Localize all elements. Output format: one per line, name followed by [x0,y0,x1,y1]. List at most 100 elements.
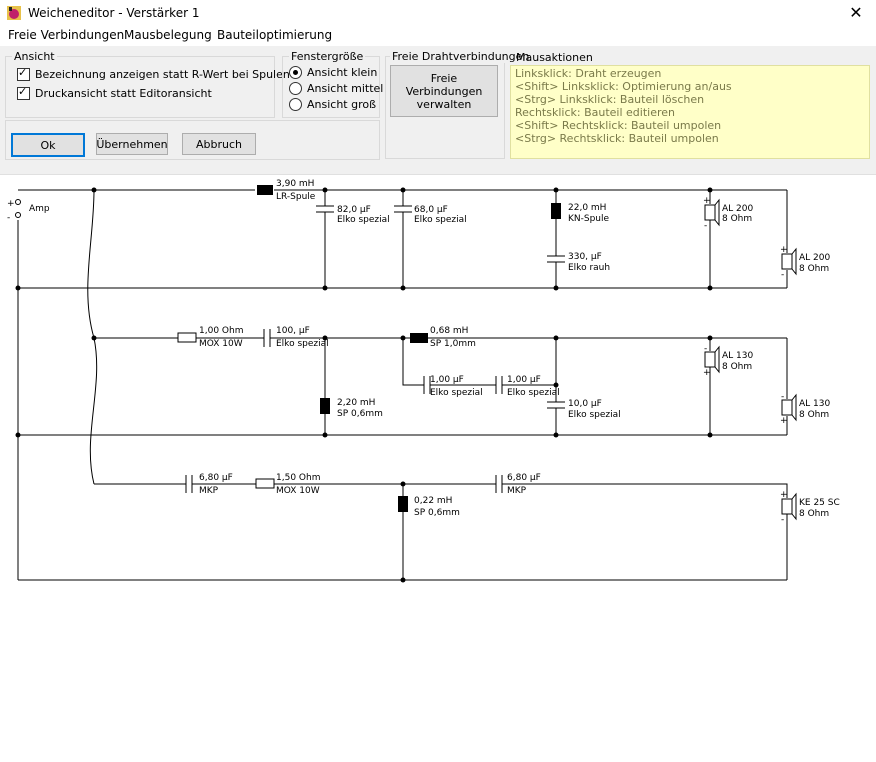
menu-freie-verbindungen[interactable]: Freie Verbindungen [8,28,124,42]
ok-button[interactable]: Ok [11,133,85,157]
inductor-220mh[interactable] [320,398,330,414]
resistor-1ohm[interactable] [177,332,197,343]
mausaktionen-panel: Linksklick: Draht erzeugen <Shift> Links… [510,65,870,159]
s1-top: AL 200 [722,204,753,214]
s2-bottom: 8 Ohm [799,264,829,274]
capacitor-680uf-a[interactable] [185,475,193,493]
apply-button[interactable]: Übernehmen [96,133,168,155]
s1-plus: + [703,196,711,206]
circuit-canvas[interactable]: + - Amp 3,90 mH LR-Spule 82,0 µF Elko sp… [0,175,876,762]
c4-bottom: KN-Spule [568,214,610,224]
capacitor-100uf[interactable] [263,329,271,347]
mausaktion-line: <Strg> Linksklick: Bauteil löschen [515,93,705,106]
mausaktion-line: <Shift> Rechtsklick: Bauteil umpolen [515,119,722,132]
s3-minus: - [704,344,707,354]
amp-label: Amp [29,204,50,214]
junction-dot [400,187,406,193]
c3-top: 68,0 µF [414,205,448,215]
junction-dot [91,335,97,341]
junction-dot [91,187,97,193]
c5-top: 330, µF [568,252,602,262]
fenstergroesse-label: Fenstergröße [289,50,366,63]
wires [17,189,788,581]
capacitor-68uf[interactable] [394,205,412,213]
radio-ansicht-gross-dot[interactable] [289,98,302,111]
inductor-kn-spule[interactable] [551,203,561,219]
radio-ansicht-mittel-dot[interactable] [289,82,302,95]
junction-dot [553,382,559,388]
s3-plus: + [703,368,711,378]
freie-label: Freie Drahtverbindungen [390,50,532,63]
junction-dot [707,335,713,341]
freie-button-line1: Freie Verbindungen [405,71,483,98]
amp-plus-terminal[interactable] [15,199,21,205]
menu-mausbelegung[interactable]: Mausbelegung [124,28,212,42]
inductor-lr-spule[interactable] [257,185,273,195]
amp-terminals[interactable]: + - Amp [7,199,50,223]
c5-bottom: Elko rauh [568,263,610,273]
c13-top: 6,80 µF [199,473,233,483]
capacitor-330uf[interactable] [547,255,565,263]
s5-top: KE 25 SC [799,498,840,508]
freie-verbindungen-button[interactable]: Freie Verbindungen verwalten [390,65,498,117]
junction-dot [400,481,406,487]
window-title: Weicheneditor - Verstärker 1 [28,6,200,20]
junction-dot [400,577,406,583]
s1-bottom: 8 Ohm [722,214,752,224]
s5-bottom: 8 Ohm [799,509,829,519]
app-icon [7,6,21,20]
capacitor-1uf-b[interactable] [495,376,503,394]
c12-bottom: Elko spezial [568,410,621,420]
c3-bottom: Elko spezial [414,215,467,225]
c1-bottom: LR-Spule [276,192,316,202]
c10-top: 1,00 µF [507,375,541,385]
mausaktionen-label: Mausaktionen [516,51,593,64]
capacitor-82uf[interactable] [316,205,334,213]
capacitor-10uf[interactable] [547,401,565,409]
inductor-022mh[interactable] [398,496,408,512]
c11-bottom: SP 0,6mm [337,409,383,419]
junction-dot [15,285,21,291]
capacitor-680uf-b[interactable] [495,475,503,493]
c9-bottom: Elko spezial [430,388,483,398]
close-button[interactable]: ✕ [836,0,876,26]
radio-ansicht-gross-label: Ansicht groß [307,98,377,111]
menu-bauteiloptimierung[interactable]: Bauteiloptimierung [217,28,332,42]
inductor-068mh[interactable] [410,333,428,343]
checkbox-druckansicht-label: Druckansicht statt Editoransicht [35,87,212,100]
junction-dot [707,187,713,193]
c14-top: 1,50 Ohm [276,473,320,483]
s4-top: AL 130 [799,399,830,409]
amp-minus-terminal[interactable] [15,212,21,218]
amp-minus-sign: - [7,213,10,223]
radio-ansicht-klein-label: Ansicht klein [307,66,378,79]
radio-ansicht-gross[interactable]: Ansicht groß [289,98,376,111]
c9-top: 1,00 µF [430,375,464,385]
checkbox-druckansicht[interactable]: Druckansicht statt Editoransicht [17,85,212,100]
junction-dot [15,432,21,438]
c8-top: 0,68 mH [430,326,468,336]
c16-bottom: MKP [507,486,527,496]
s4-minus: - [781,392,784,402]
junction-dot [553,285,559,291]
checkbox-bezeichnung[interactable]: Bezeichnung anzeigen statt R-Wert bei Sp… [17,66,290,81]
ansicht-label: Ansicht [12,50,57,63]
junction-dot [400,285,406,291]
s4-bottom: 8 Ohm [799,410,829,420]
c7-top: 100, µF [276,326,310,336]
c6-bottom: MOX 10W [199,339,243,349]
junction-dot [707,432,713,438]
c4-top: 22,0 mH [568,203,606,213]
c1-top: 3,90 mH [276,179,314,189]
mausaktion-line: Linksklick: Draht erzeugen [515,67,662,80]
checkbox-bezeichnung-box[interactable] [17,66,30,81]
resistor-150ohm[interactable] [255,478,275,489]
s2-plus: + [780,245,788,255]
radio-ansicht-klein[interactable]: Ansicht klein [289,66,377,79]
radio-ansicht-mittel[interactable]: Ansicht mittel [289,82,383,95]
mausaktion-line: Rechtsklick: Bauteil editieren [515,106,675,119]
radio-ansicht-klein-dot[interactable] [289,66,302,79]
checkbox-druckansicht-box[interactable] [17,85,30,100]
cancel-button[interactable]: Abbruch [182,133,256,155]
s3-bottom: 8 Ohm [722,362,752,372]
